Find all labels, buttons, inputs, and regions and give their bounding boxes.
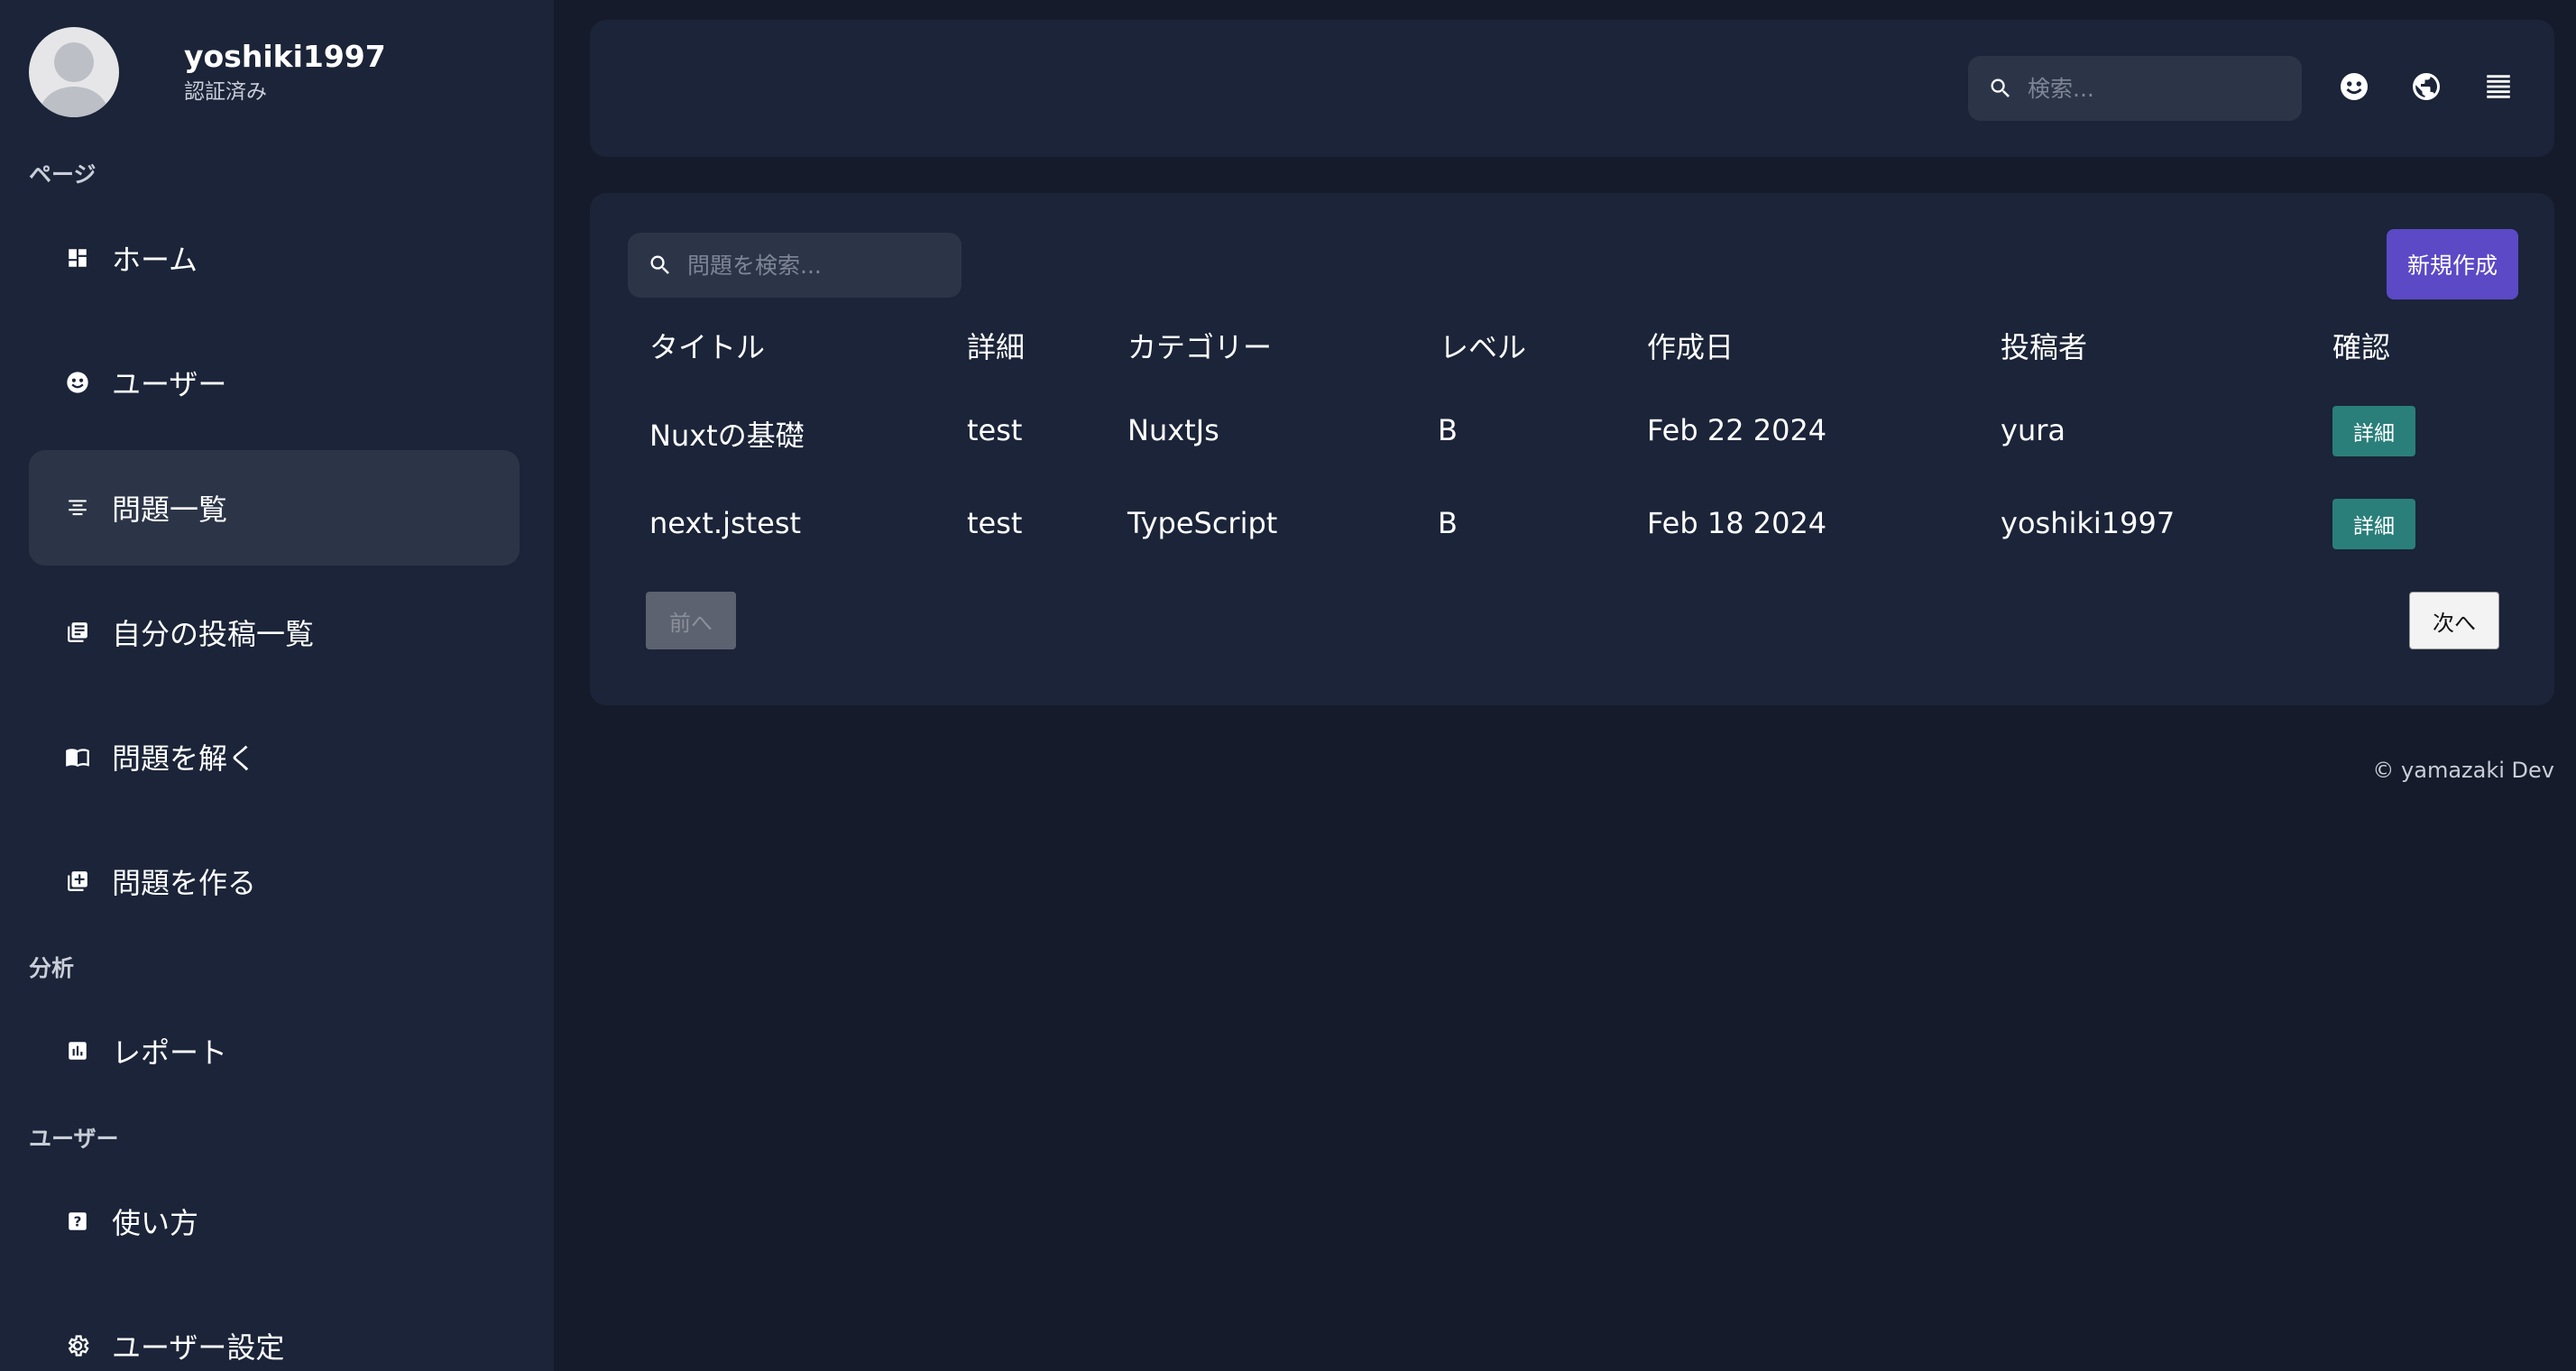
- avatar[interactable]: [29, 27, 119, 117]
- cell-author: yoshiki1997: [2001, 506, 2176, 540]
- next-page-button[interactable]: 次へ: [2409, 592, 2499, 649]
- column-header-detail: 詳細: [967, 330, 1026, 364]
- cell-title: next.jstest: [649, 506, 802, 540]
- column-header-confirm: 確認: [2332, 330, 2391, 364]
- sidebar-item-report[interactable]: レポート: [29, 993, 520, 1109]
- cell-date: Feb 18 2024: [1647, 506, 1827, 540]
- verification-status: 認証済み: [184, 80, 267, 104]
- cell-category: TypeScript: [1127, 506, 1278, 540]
- column-header-level: レベル: [1440, 330, 1527, 364]
- sidebar-item-how-to-use[interactable]: ? 使い方: [29, 1164, 520, 1279]
- svg-text:?: ?: [74, 1213, 82, 1229]
- user-profile: yoshiki1997 認証済み: [29, 27, 386, 117]
- new-question-button[interactable]: 新規作成: [2387, 229, 2518, 299]
- sidebar-item-label: 問題を作る: [112, 866, 257, 900]
- cell-detail: test: [967, 506, 1023, 540]
- username: yoshiki1997: [184, 39, 386, 74]
- cell-date: Feb 22 2024: [1647, 413, 1827, 447]
- top-bar: [590, 20, 2554, 157]
- sidebar-item-question-list[interactable]: 問題一覧: [29, 450, 520, 566]
- footer-copyright: © yamazaki Dev: [2372, 758, 2554, 783]
- book-icon: [65, 744, 90, 769]
- question-list-panel: 新規作成 タイトル 詳細 カテゴリー レベル 作成日 投稿者 確認 Nuxtの基…: [590, 193, 2554, 705]
- search-input[interactable]: [2026, 74, 2282, 103]
- section-label-user: ユーザー: [29, 1126, 119, 1152]
- column-header-author: 投稿者: [2001, 330, 2088, 364]
- search-icon: [648, 253, 673, 278]
- sidebar-item-label: 問題一覧: [112, 492, 228, 527]
- sidebar-item-label: レポート: [112, 1035, 228, 1070]
- question-search[interactable]: [628, 233, 961, 298]
- user-face-icon[interactable]: [2336, 69, 2372, 105]
- cell-detail: test: [967, 413, 1023, 447]
- cell-level: B: [1438, 413, 1458, 447]
- menu-icon[interactable]: [2480, 69, 2516, 105]
- cell-author: yura: [2001, 413, 2065, 447]
- global-search[interactable]: [1968, 56, 2302, 121]
- sidebar-item-my-posts[interactable]: 自分の投稿一覧: [29, 575, 520, 690]
- sidebar-item-label: ユーザー: [112, 367, 227, 401]
- column-header-category: カテゴリー: [1127, 330, 1273, 364]
- gear-icon: [65, 1333, 90, 1358]
- sidebar-item-solve[interactable]: 問題を解く: [29, 699, 520, 814]
- sidebar-item-label: ホーム: [112, 243, 198, 277]
- sidebar-item-label: 問題を解く: [112, 741, 257, 776]
- sidebar-item-label: 使い方: [112, 1206, 199, 1240]
- dashboard-icon: [65, 245, 90, 271]
- sidebar-item-users[interactable]: ユーザー: [29, 325, 520, 440]
- sidebar-item-label: 自分の投稿一覧: [112, 617, 315, 651]
- sidebar-item-label: ユーザー設定: [112, 1330, 285, 1365]
- section-label-pages: ページ: [29, 161, 97, 188]
- section-label-analytics: 分析: [29, 955, 75, 981]
- column-header-created: 作成日: [1647, 330, 1734, 364]
- question-search-input[interactable]: [685, 251, 951, 280]
- cell-title: Nuxtの基礎: [649, 419, 805, 453]
- user-face-icon: [65, 370, 90, 395]
- cell-category: NuxtJs: [1127, 413, 1219, 447]
- report-icon: [65, 1038, 90, 1063]
- detail-button[interactable]: 詳細: [2332, 499, 2415, 549]
- column-header-title: タイトル: [649, 330, 766, 364]
- cell-level: B: [1438, 506, 1458, 540]
- globe-icon[interactable]: [2408, 69, 2444, 105]
- sidebar-item-create[interactable]: 問題を作る: [29, 824, 520, 939]
- sidebar-item-user-settings[interactable]: ユーザー設定: [29, 1288, 520, 1371]
- detail-button[interactable]: 詳細: [2332, 406, 2415, 456]
- list-icon: [65, 495, 90, 520]
- prev-page-button[interactable]: 前へ: [646, 592, 736, 649]
- library-icon: [65, 620, 90, 645]
- search-icon: [1988, 76, 2013, 101]
- sidebar-item-home[interactable]: ホーム: [29, 200, 520, 316]
- help-icon: ?: [65, 1209, 90, 1234]
- add-box-icon: [65, 869, 90, 894]
- sidebar: yoshiki1997 認証済み ページ ホーム ユーザー 問題一覧 自分の投稿…: [0, 0, 554, 1371]
